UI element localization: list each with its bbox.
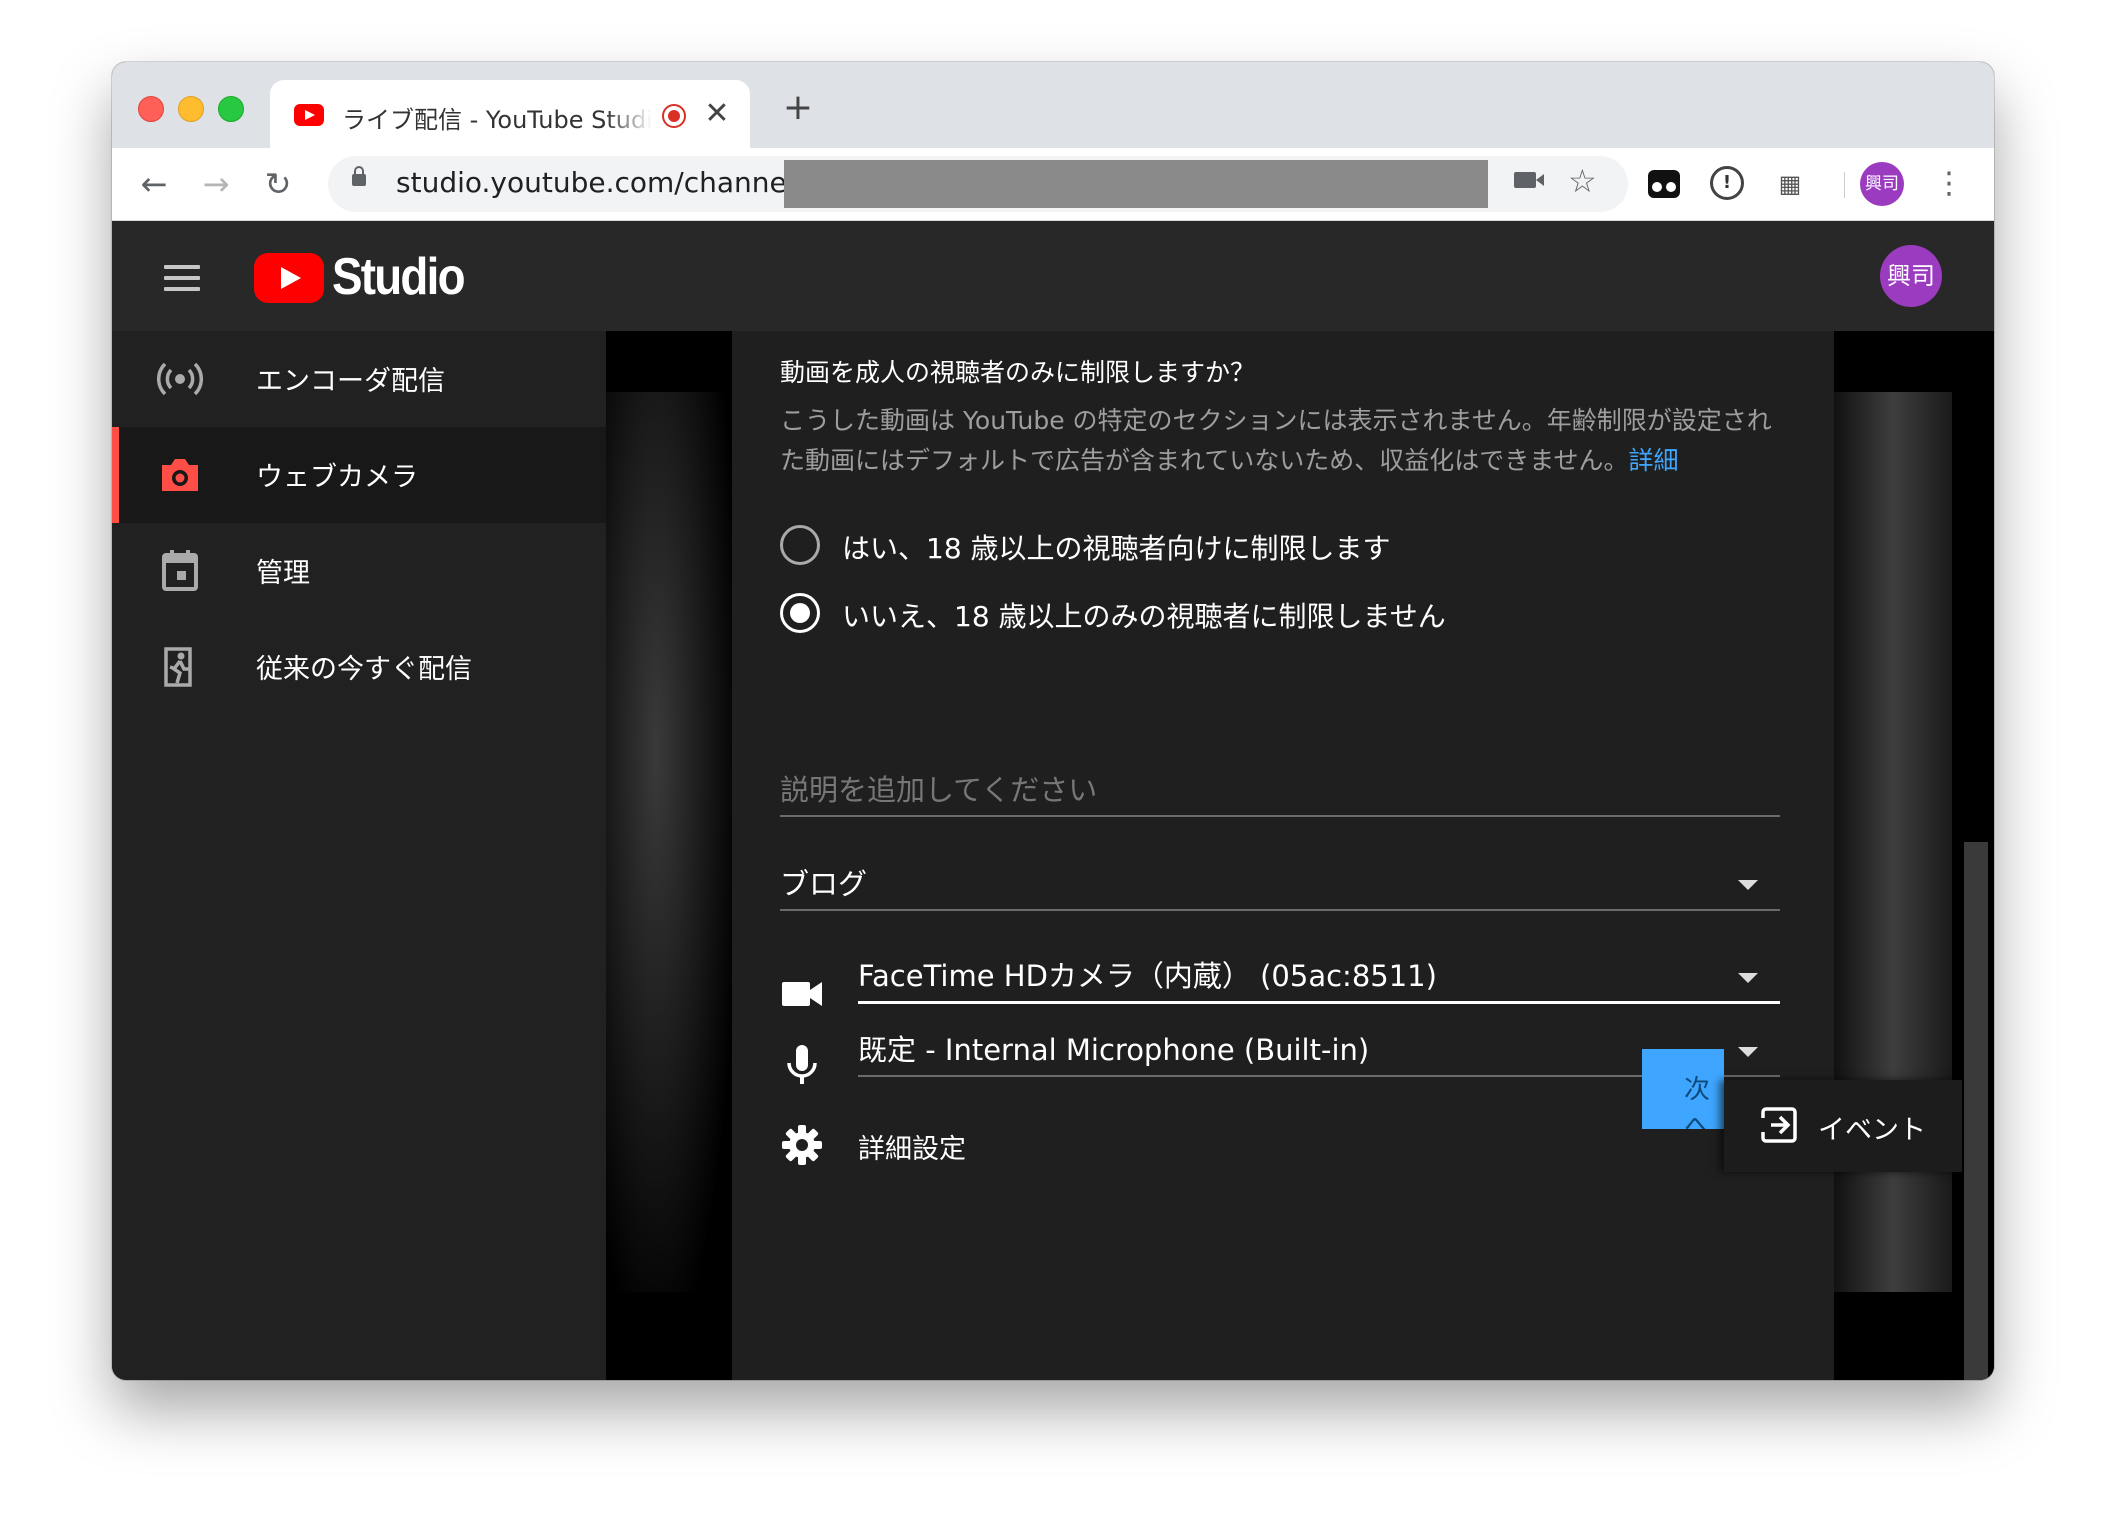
address-bar[interactable]: studio.youtube.com/channel/ ☆ <box>328 156 1628 212</box>
browser-window: ライブ配信 - YouTube Studio ✕ + ← → ↻ studio.… <box>112 62 1994 1380</box>
radio-button-yes[interactable] <box>780 525 820 565</box>
radio-label-no: いいえ、18 歳以上のみの視聴者に制限しません <box>842 600 1446 633</box>
scrollbar-thumb[interactable] <box>1964 842 1988 1380</box>
camera-in-use-icon[interactable] <box>1514 172 1544 188</box>
youtube-logo-icon[interactable] <box>254 253 324 303</box>
studio-header: Studio 興司 <box>112 221 1994 331</box>
forward-arrow-icon[interactable]: → <box>194 162 238 206</box>
exit-run-icon <box>156 645 204 689</box>
url-text: studio.youtube.com/channel/ <box>396 166 804 199</box>
browser-menu-icon[interactable]: ⋮ <box>1934 164 1964 204</box>
camera-value: FaceTime HDカメラ（内蔵） (05ac:8511) <box>858 959 1437 993</box>
browser-tab-active[interactable]: ライブ配信 - YouTube Studio ✕ <box>270 80 750 148</box>
radio-label-yes: はい、18 歳以上の視聴者向けに制限します <box>842 532 1391 565</box>
hamburger-menu-icon[interactable] <box>164 265 200 298</box>
close-window-button[interactable] <box>138 96 164 122</box>
recording-indicator-icon <box>662 104 686 128</box>
description-field[interactable]: 説明を追加してください <box>780 711 1780 817</box>
sidebar-item-webcam[interactable]: ウェブカメラ <box>112 427 606 523</box>
lock-icon <box>352 166 366 186</box>
description-placeholder: 説明を追加してください <box>780 773 1098 807</box>
browser-toolbar: ← → ↻ studio.youtube.com/channel/ ☆ ! ▦ … <box>112 148 1994 221</box>
bookmark-star-icon[interactable]: ☆ <box>1568 162 1597 200</box>
microphone-icon <box>780 1043 824 1087</box>
age-description-text: こうした動画は YouTube の特定のセクションには表示されません。年齢制限が… <box>780 406 1772 475</box>
camera-icon <box>156 453 204 497</box>
sidebar-item-label: エンコーダ配信 <box>256 366 445 397</box>
minimize-window-button[interactable] <box>178 96 204 122</box>
event-label: イベント <box>1818 1115 1926 1146</box>
reload-icon[interactable]: ↻ <box>256 162 300 206</box>
microphone-value: 既定 - Internal Microphone (Built-in) <box>858 1033 1370 1067</box>
enter-event-icon <box>1760 1106 1797 1143</box>
chevron-down-icon <box>1738 1047 1758 1057</box>
stream-setup-dialog: 動画を成人の視聴者のみに制限しますか？ こうした動画は YouTube の特定の… <box>732 331 1834 1380</box>
chevron-down-icon <box>1738 880 1758 890</box>
sidebar-item-label: ウェブカメラ <box>256 462 418 493</box>
category-value: ブログ <box>780 867 868 901</box>
age-restriction-question: 動画を成人の視聴者のみに制限しますか？ <box>780 358 1256 387</box>
studio-logo-text[interactable]: Studio <box>332 247 466 307</box>
videocam-icon <box>780 971 824 1015</box>
next-button[interactable]: 次へ <box>1642 1049 1724 1129</box>
youtube-favicon-icon <box>294 104 324 126</box>
learn-more-link[interactable]: 詳細 <box>1629 446 1679 475</box>
tab-title: ライブ配信 - YouTube Studio <box>342 106 652 132</box>
zoom-window-button[interactable] <box>218 96 244 122</box>
next-button-label: 次へ <box>1684 1075 1711 1129</box>
account-avatar[interactable]: 興司 <box>1880 245 1942 307</box>
broadcast-icon <box>156 357 204 401</box>
sidebar-item-label: 管理 <box>256 558 310 589</box>
close-tab-icon[interactable]: ✕ <box>702 96 732 131</box>
sidebar: エンコーダ配信 ウェブカメラ 管理 従来の今すぐ配信 <box>112 331 606 1380</box>
redacted-url-region <box>784 160 1488 208</box>
category-dropdown[interactable]: ブログ <box>780 831 1780 911</box>
sidebar-item-label: 従来の今すぐ配信 <box>256 654 472 685</box>
gear-icon[interactable] <box>780 1123 824 1167</box>
radio-button-no[interactable] <box>780 593 820 633</box>
chevron-down-icon <box>1738 973 1758 983</box>
tab-strip: ライブ配信 - YouTube Studio ✕ + <box>112 62 1994 148</box>
extensions-grid-icon[interactable]: ▦ <box>1772 166 1808 202</box>
browser-profile-avatar[interactable]: 興司 <box>1860 162 1904 206</box>
sidebar-item-classic-live[interactable]: 従来の今すぐ配信 <box>112 619 606 715</box>
event-panel-button[interactable]: イベント <box>1724 1080 1962 1172</box>
toolbar-divider <box>1844 172 1845 198</box>
new-tab-button[interactable]: + <box>778 88 818 128</box>
tape-extension-icon[interactable] <box>1648 170 1680 198</box>
advanced-settings-label[interactable]: 詳細設定 <box>858 1127 966 1166</box>
camera-dropdown[interactable]: FaceTime HDカメラ（内蔵） (05ac:8511) <box>858 921 1780 1004</box>
age-restriction-description: こうした動画は YouTube の特定のセクションには表示されません。年齢制限が… <box>780 401 1780 481</box>
sidebar-item-encoder[interactable]: エンコーダ配信 <box>112 331 606 427</box>
calendar-icon <box>156 549 204 593</box>
back-arrow-icon[interactable]: ← <box>132 162 176 206</box>
webcam-preview-blur-left <box>606 392 732 1292</box>
sidebar-item-manage[interactable]: 管理 <box>112 523 606 619</box>
password-manager-icon[interactable]: ! <box>1710 166 1744 200</box>
